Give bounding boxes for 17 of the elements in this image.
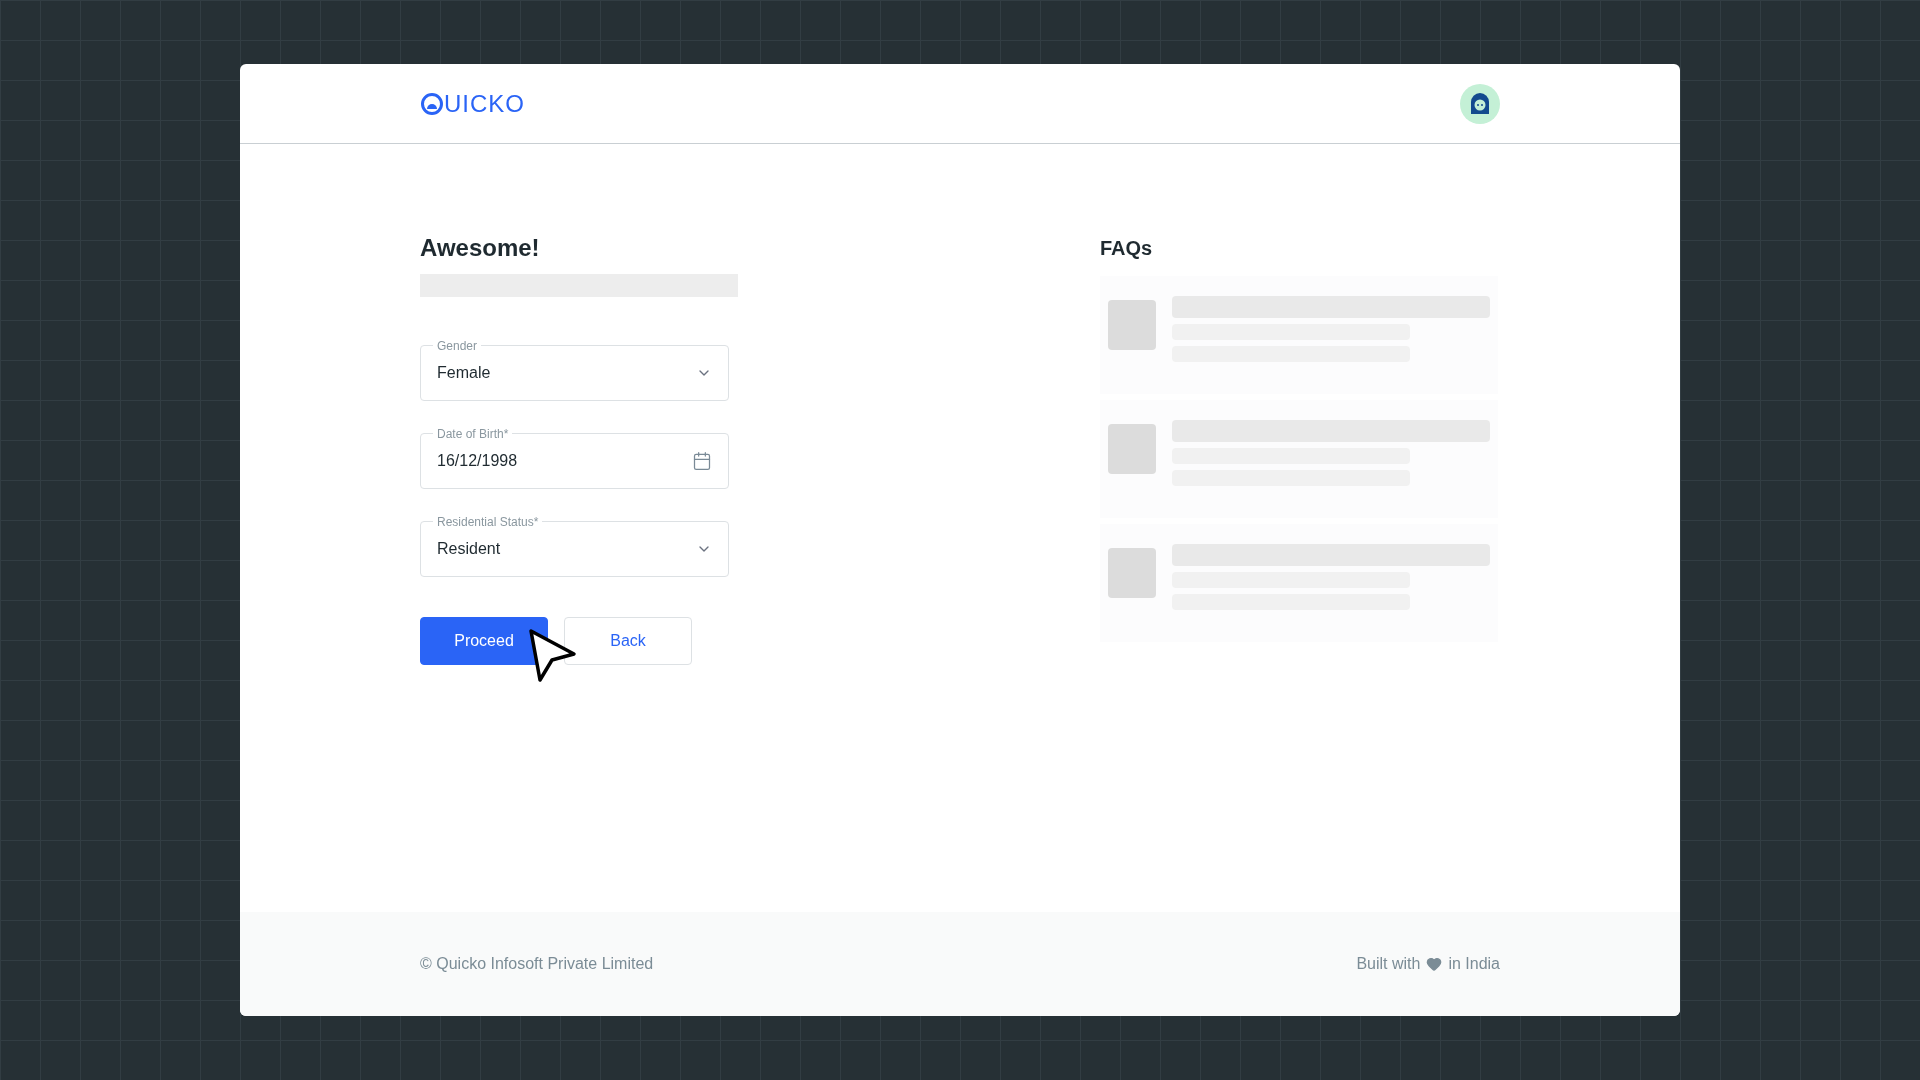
logo-text: UICKO [444,91,525,116]
copyright-text: © Quicko Infosoft Private Limited [420,954,654,974]
field-value: 16/12/1998 [437,451,518,471]
built-with-text: Built with [1356,954,1421,974]
skeleton-thumbnail [1108,300,1156,350]
field-value: Resident [437,539,501,559]
form-title: Awesome! [420,236,541,260]
heart-icon [1426,956,1443,972]
location-text: in India [1448,954,1500,974]
skeleton-thumbnail [1108,548,1156,598]
calendar-icon [692,451,712,471]
logo-q-icon [420,91,444,116]
field-value: Female [437,363,491,383]
mouse-cursor-icon [528,628,578,684]
avatar-icon[interactable] [1460,83,1500,124]
faqs-title: FAQs [1100,238,1154,258]
skeleton-thumbnail [1108,424,1156,474]
